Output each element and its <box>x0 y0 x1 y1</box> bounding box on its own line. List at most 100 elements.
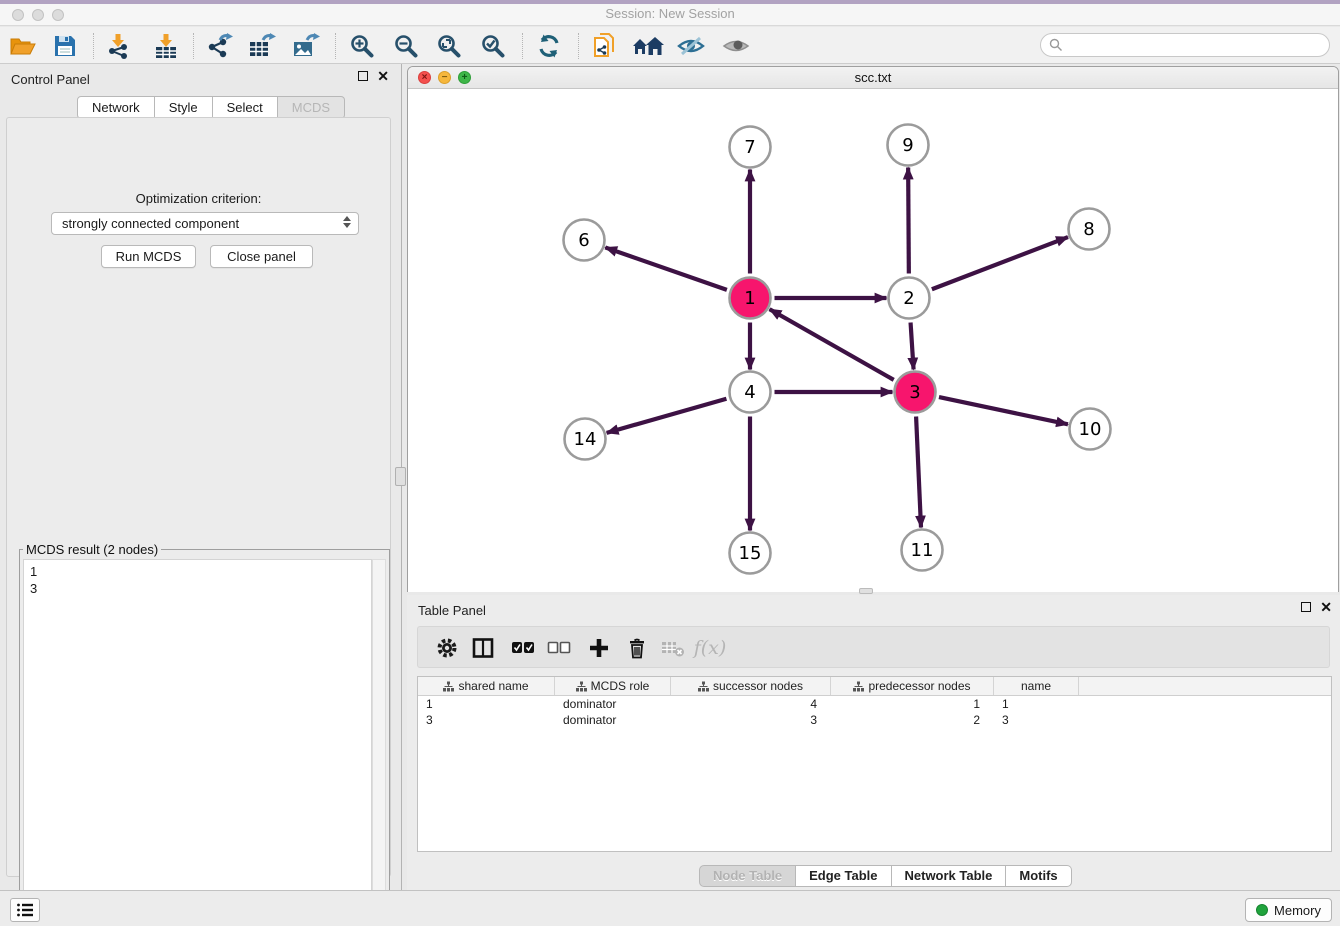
close-table-panel-icon[interactable]: ✕ <box>1320 602 1332 612</box>
zoom-fit-button[interactable] <box>432 31 466 61</box>
zoom-fit-icon <box>436 33 462 59</box>
column-header-mcds-role[interactable]: MCDS role <box>555 677 671 695</box>
table-row[interactable]: 3dominator323 <box>418 712 1331 728</box>
add-column-button[interactable] <box>584 633 614 663</box>
column-header-predecessor-nodes[interactable]: predecessor nodes <box>831 677 994 695</box>
task-history-button[interactable] <box>10 898 40 922</box>
refresh-layout-icon <box>536 33 562 59</box>
table-cell[interactable]: 1 <box>418 696 555 712</box>
houses-icon <box>632 34 664 58</box>
deselect-all-columns-button[interactable] <box>544 633 574 663</box>
graph-node-label: 14 <box>574 429 597 450</box>
column-label: MCDS role <box>591 679 650 693</box>
deselect-all-checkboxes-icon <box>547 641 571 655</box>
graph-edge[interactable] <box>939 397 1068 424</box>
houses-button[interactable] <box>631 31 665 61</box>
save-session-icon <box>53 34 77 58</box>
tab-mcds[interactable]: MCDS <box>278 96 345 119</box>
select-all-columns-button[interactable] <box>508 633 538 663</box>
graph-edge[interactable] <box>911 322 914 369</box>
export-image-icon <box>292 33 320 59</box>
memory-button[interactable]: Memory <box>1245 898 1332 922</box>
zoom-selected-button[interactable] <box>476 31 510 61</box>
table-cell[interactable]: 3 <box>994 712 1079 728</box>
table-cell[interactable]: 2 <box>831 712 994 728</box>
zoom-in-button[interactable] <box>345 31 379 61</box>
close-panel-button[interactable]: Close panel <box>210 245 313 268</box>
mcds-result-fieldset: MCDS result (2 nodes) 1 3 <box>19 542 390 924</box>
tab-node-table[interactable]: Node Table <box>699 865 796 887</box>
export-table-icon <box>248 33 276 59</box>
column-header-successor-nodes[interactable]: successor nodes <box>671 677 831 695</box>
table-toolbar: f(x) <box>417 626 1330 668</box>
graph-edge[interactable] <box>916 416 921 527</box>
network-canvas[interactable]: 7968124314101511 <box>408 89 1338 592</box>
export-image-button[interactable] <box>289 31 323 61</box>
graph-edge[interactable] <box>607 399 727 433</box>
graph-edge[interactable] <box>932 237 1068 289</box>
gear-button[interactable] <box>432 633 462 663</box>
column-header-shared-name[interactable]: shared name <box>418 677 555 695</box>
clone-network-button[interactable] <box>587 31 621 61</box>
network-table-splitter-grip[interactable] <box>859 588 873 594</box>
graph-node-label: 6 <box>578 230 589 251</box>
delete-column-button[interactable] <box>622 633 652 663</box>
import-table-button[interactable] <box>149 31 183 61</box>
graph-node-label: 15 <box>739 543 762 564</box>
zoom-selected-icon <box>480 33 506 59</box>
open-file-button[interactable] <box>5 31 39 61</box>
search-input[interactable] <box>1063 36 1329 54</box>
tab-motifs[interactable]: Motifs <box>1006 865 1071 887</box>
apply-function-button[interactable]: f(x) <box>690 633 730 663</box>
show-all-button[interactable] <box>719 31 753 61</box>
float-panel-button[interactable] <box>358 71 368 81</box>
tab-network-table[interactable]: Network Table <box>892 865 1007 887</box>
export-network-button[interactable] <box>203 31 237 61</box>
import-network-button[interactable] <box>101 31 135 61</box>
run-mcds-button[interactable]: Run MCDS <box>101 245 196 268</box>
tab-select[interactable]: Select <box>213 96 278 119</box>
refresh-layout-button[interactable] <box>532 31 566 61</box>
graph-edge[interactable] <box>770 309 894 380</box>
tab-edge-table[interactable]: Edge Table <box>796 865 891 887</box>
save-session-button[interactable] <box>48 31 82 61</box>
tab-style[interactable]: Style <box>155 96 213 119</box>
search-icon <box>1049 38 1063 52</box>
mcds-panel-body: Optimization criterion: strongly connect… <box>6 117 391 877</box>
table-cell[interactable]: 1 <box>831 696 994 712</box>
import-network-icon <box>105 33 131 59</box>
zoom-out-button[interactable] <box>389 31 423 61</box>
mcds-result-scrollbar[interactable] <box>372 559 386 920</box>
open-file-icon <box>9 34 36 58</box>
float-table-panel-button[interactable] <box>1301 602 1311 612</box>
graph-node-label: 7 <box>744 137 755 158</box>
split-columns-button[interactable] <box>468 633 498 663</box>
table-cell[interactable]: 3 <box>418 712 555 728</box>
memory-status-dot <box>1256 904 1268 916</box>
criterion-value: strongly connected component <box>62 216 239 231</box>
graph-edge[interactable] <box>908 167 909 273</box>
network-view-window: × − + scc.txt 7968124314101511 <box>407 66 1339 592</box>
table-cell[interactable]: 3 <box>671 712 831 728</box>
hide-selected-button[interactable] <box>674 31 708 61</box>
panel-splitter-grip[interactable] <box>395 467 406 486</box>
zoom-in-icon <box>349 33 375 59</box>
close-panel-icon[interactable]: ✕ <box>377 71 389 81</box>
criterion-dropdown[interactable]: strongly connected component <box>51 212 359 235</box>
import-table-icon <box>153 33 179 59</box>
delete-table-button[interactable] <box>658 633 688 663</box>
graph-edge[interactable] <box>605 247 727 289</box>
table-row[interactable]: 1dominator411 <box>418 696 1331 712</box>
tab-network[interactable]: Network <box>77 96 155 119</box>
table-cell[interactable]: dominator <box>555 696 671 712</box>
search-field[interactable] <box>1040 33 1330 57</box>
export-table-button[interactable] <box>245 31 279 61</box>
table-cell[interactable]: 1 <box>994 696 1079 712</box>
network-window-titlebar[interactable]: × − + scc.txt <box>408 67 1338 89</box>
table-cell[interactable]: dominator <box>555 712 671 728</box>
mcds-result-list[interactable]: 1 3 <box>23 559 372 920</box>
table-cell[interactable]: 4 <box>671 696 831 712</box>
column-header-name[interactable]: name <box>994 677 1079 695</box>
show-all-eye-icon <box>722 35 750 57</box>
task-list-icon <box>15 900 35 920</box>
